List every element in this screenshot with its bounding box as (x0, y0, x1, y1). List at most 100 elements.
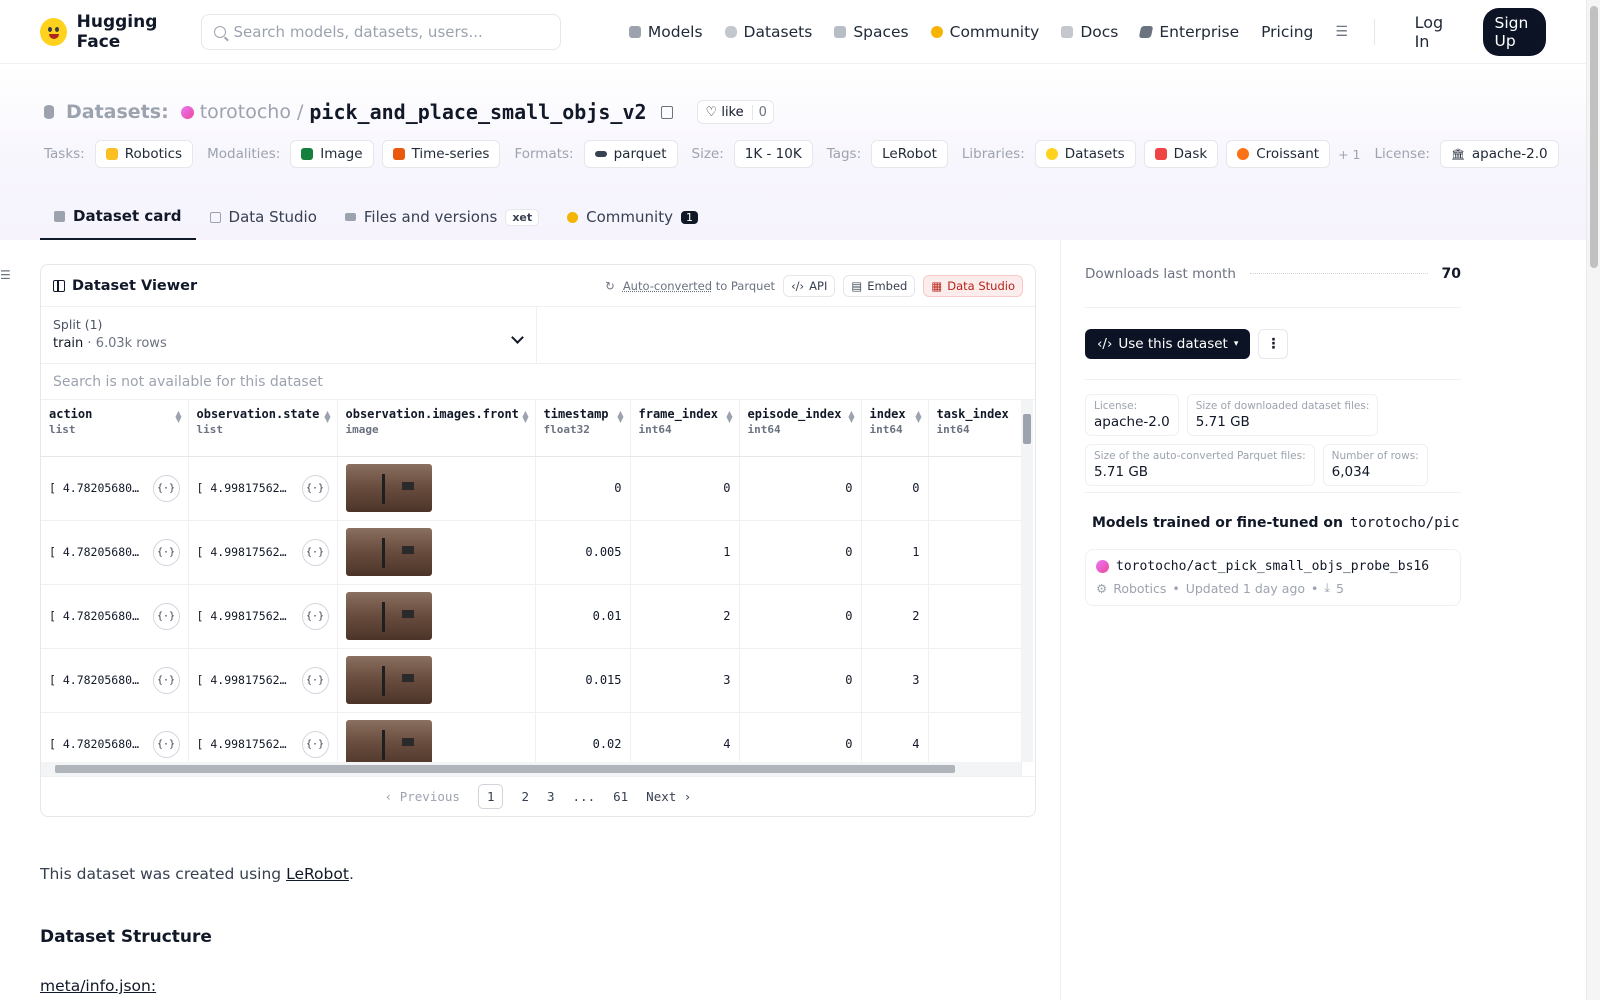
tag-lerobot[interactable]: LeRobot (871, 140, 948, 168)
tab-files-and-versions[interactable]: Files and versions xet (331, 194, 553, 240)
dataset-name[interactable]: pick_and_place_small_objs_v2 (309, 100, 646, 124)
page-3[interactable]: 3 (547, 789, 555, 804)
page-2[interactable]: 2 (521, 789, 529, 804)
frame-thumbnail[interactable] (345, 720, 432, 768)
tag-size[interactable]: 1K - 10K (733, 140, 813, 168)
owner-link[interactable]: torotocho (200, 101, 291, 123)
json-expand-button[interactable]: {·} (301, 538, 329, 566)
global-search-input[interactable]: Search models, datasets, users... (200, 13, 561, 50)
tag-croissant[interactable]: Croissant (1226, 140, 1331, 168)
frame-thumbnail[interactable] (345, 528, 432, 576)
sort-icon[interactable]: ▲ ▼ (617, 410, 623, 424)
tag-license[interactable]: 🏛 apache-2.0 (1439, 140, 1559, 168)
cell-timestamp: 0.015 (535, 648, 631, 713)
json-expand-button[interactable]: {·} (152, 666, 180, 694)
column-header[interactable]: task_index int64 (928, 400, 1022, 457)
tab-label: Dataset card (73, 207, 182, 225)
tag-label: Image (320, 146, 363, 162)
more-menu-icon[interactable]: ☰ (1335, 24, 1348, 40)
page-last[interactable]: 61 (613, 789, 628, 804)
sort-icon[interactable]: ▲ ▼ (175, 410, 181, 424)
data-table-container[interactable]: action list ▲ ▼ observation.state list ▲ ▼ obser… (41, 400, 1035, 776)
column-header[interactable]: observation.images.front image ▲ ▼ (337, 400, 536, 457)
nav-pricing-label: Pricing (1261, 22, 1314, 41)
embed-button[interactable]: ▤ Embed (843, 274, 916, 297)
tab-data-studio[interactable]: Data Studio (196, 194, 331, 240)
auto-converted-link[interactable]: Auto-converted to Parquet (623, 279, 775, 293)
more-options-button[interactable]: ⋮ (1258, 328, 1289, 359)
column-header[interactable]: frame_index int64 ▲ ▼ (630, 400, 740, 457)
nav-datasets[interactable]: Datasets (724, 22, 813, 41)
tab-dataset-card[interactable]: Dataset card (40, 194, 196, 240)
split-label: Split (1) (53, 317, 103, 332)
column-header[interactable]: index int64 ▲ ▼ (861, 400, 929, 457)
split-dropdown[interactable]: Split (1) train · 6.03k rows (41, 307, 537, 363)
json-expand-button[interactable]: {·} (301, 474, 329, 502)
column-header[interactable]: action list ▲ ▼ (41, 400, 189, 457)
toc-toggle-icon[interactable]: ☰ (0, 268, 11, 282)
tasks-label: Tasks: (44, 146, 85, 162)
more-libraries[interactable]: + 1 (1338, 147, 1360, 162)
nav-pricing[interactable]: Pricing (1261, 23, 1313, 41)
nav-models[interactable]: Models (628, 23, 703, 41)
frame-thumbnail[interactable] (345, 656, 432, 704)
page-1[interactable]: 1 (477, 784, 504, 809)
lerobot-link[interactable]: LeRobot (286, 865, 349, 883)
meta-info-link[interactable]: meta/info.json: (40, 977, 156, 995)
like-button[interactable]: ♡ like 0 (696, 100, 774, 124)
nav-enterprise[interactable]: Enterprise (1139, 23, 1239, 41)
tag-dask[interactable]: Dask (1143, 140, 1219, 168)
column-header[interactable]: episode_index int64 ▲ ▼ (739, 400, 862, 457)
login-link[interactable]: Log In (1415, 13, 1447, 51)
json-expand-button[interactable]: {·} (152, 730, 180, 758)
sort-icon[interactable]: ▲ ▼ (324, 410, 330, 424)
use-this-dataset-button[interactable]: ‹/› Use this dataset ▾ (1085, 328, 1251, 359)
signup-button[interactable]: Sign Up (1482, 7, 1546, 56)
sort-icon[interactable]: ▲ ▼ (522, 410, 528, 424)
nav-docs[interactable]: Docs (1061, 23, 1118, 41)
json-expand-button[interactable]: {·} (301, 602, 329, 630)
column-header[interactable]: timestamp float32 ▲ ▼ (535, 400, 631, 457)
list-preview: [ 4.99817562103… (196, 481, 289, 495)
json-expand-button[interactable]: {·} (301, 730, 329, 758)
dataset-viewer: Dataset Viewer ↻ Auto-converted to Parqu… (40, 264, 1036, 817)
page-scrollbar[interactable] (1586, 0, 1600, 1000)
frame-thumbnail[interactable] (345, 464, 432, 512)
list-preview: [ 4.99817562103… (196, 609, 289, 623)
api-button[interactable]: ‹/› API (783, 274, 836, 297)
tag-time-series[interactable]: Time-series (381, 140, 501, 168)
data-studio-label: Data Studio (947, 278, 1015, 293)
tag-datasets[interactable]: Datasets (1034, 140, 1136, 168)
column-name: index (869, 407, 906, 421)
book-icon (1061, 25, 1074, 38)
section-label[interactable]: Datasets: (66, 101, 169, 123)
sort-icon[interactable]: ▲ ▼ (915, 410, 921, 424)
json-expand-button[interactable]: {·} (152, 538, 180, 566)
tag-parquet[interactable]: parquet (583, 140, 678, 168)
nav-spaces[interactable]: Spaces (834, 23, 909, 41)
tag-image[interactable]: Image (290, 140, 374, 168)
split-rows: 6.03k rows (95, 336, 167, 351)
column-header[interactable]: observation.state list ▲ ▼ (188, 400, 338, 457)
horizontal-scrollbar[interactable] (41, 762, 1021, 776)
tab-community[interactable]: Community 1 (553, 194, 712, 240)
model-card[interactable]: torotocho/act_pick_small_objs_probe_bs16… (1085, 549, 1461, 606)
tab-label: Data Studio (228, 208, 317, 226)
hf-logo-link[interactable]: Hugging Face (40, 12, 201, 52)
frame-thumbnail[interactable] (345, 592, 432, 640)
data-studio-button[interactable]: ▦ Data Studio (923, 274, 1023, 297)
json-expand-button[interactable]: {·} (152, 474, 180, 502)
copy-icon[interactable] (660, 105, 673, 119)
croissant-icon (1237, 148, 1250, 160)
next-page-button[interactable]: Next › (646, 789, 691, 804)
sort-icon[interactable]: ▲ ▼ (848, 410, 854, 424)
nav-community[interactable]: Community (930, 23, 1039, 41)
cell-timestamp: 0 (535, 456, 631, 521)
json-expand-button[interactable]: {·} (301, 666, 329, 694)
json-expand-button[interactable]: {·} (152, 602, 180, 630)
sort-icon[interactable]: ▲ ▼ (726, 410, 732, 424)
vertical-scrollbar[interactable] (1021, 400, 1033, 762)
tag-robotics[interactable]: Robotics (94, 140, 194, 168)
prev-page-button[interactable]: ‹ Previous (385, 789, 460, 804)
nav-datasets-label: Datasets (743, 22, 813, 41)
